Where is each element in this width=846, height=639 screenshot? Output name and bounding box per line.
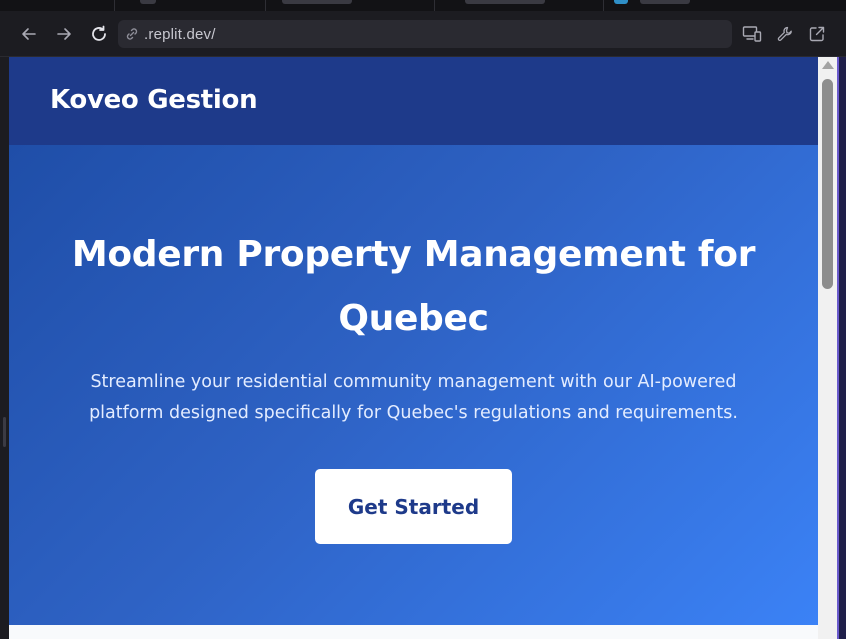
site-header: Koveo Gestion [9, 57, 818, 145]
browser-window: .replit.dev/ Koveo Gestion Modern Proper… [0, 0, 846, 639]
reload-button[interactable] [88, 23, 110, 45]
link-icon[interactable] [124, 26, 140, 42]
tab-icon-fragment [140, 0, 156, 4]
tab-title-fragment [465, 0, 545, 4]
reload-icon [92, 25, 106, 41]
page-viewport: Koveo Gestion Modern Property Management… [9, 57, 818, 639]
devtools-button[interactable] [774, 23, 796, 45]
tab-separator [603, 0, 604, 11]
wrench-icon [777, 26, 792, 41]
hero-subtitle: Streamline your residential community ma… [89, 372, 738, 423]
hero-title: Modern Property Management for Quebec [71, 234, 756, 339]
vertical-scrollbar[interactable] [818, 57, 837, 639]
open-external-icon [809, 26, 825, 42]
next-section [9, 625, 818, 639]
scroll-thumb[interactable] [822, 79, 833, 289]
window-right-edge [837, 57, 846, 639]
scroll-up-arrow-icon[interactable] [822, 61, 834, 69]
tab-title-fragment [640, 0, 690, 4]
tab-separator [434, 0, 435, 11]
tab-separator [114, 0, 115, 11]
resize-grip[interactable] [3, 417, 6, 447]
tab-icon-fragment [614, 0, 628, 4]
open-external-button[interactable] [806, 23, 828, 45]
forward-button[interactable] [53, 23, 75, 45]
arrow-left-icon [22, 28, 36, 40]
arrow-right-icon [57, 28, 71, 40]
tab-separator [265, 0, 266, 11]
devices-icon [742, 26, 762, 42]
back-button[interactable] [18, 23, 40, 45]
get-started-button[interactable]: Get Started [315, 469, 512, 544]
window-border [837, 57, 839, 639]
brand-logo-text[interactable]: Koveo Gestion [50, 85, 258, 115]
devices-button[interactable] [741, 23, 763, 45]
address-bar[interactable]: .replit.dev/ [118, 20, 732, 48]
url-text[interactable]: .replit.dev/ [144, 26, 216, 43]
window-left-edge [0, 57, 9, 639]
browser-toolbar: .replit.dev/ [0, 11, 846, 57]
hero-section: Modern Property Management for Quebec St… [9, 145, 818, 625]
tab-strip [0, 0, 846, 11]
tab-title-fragment [282, 0, 352, 4]
